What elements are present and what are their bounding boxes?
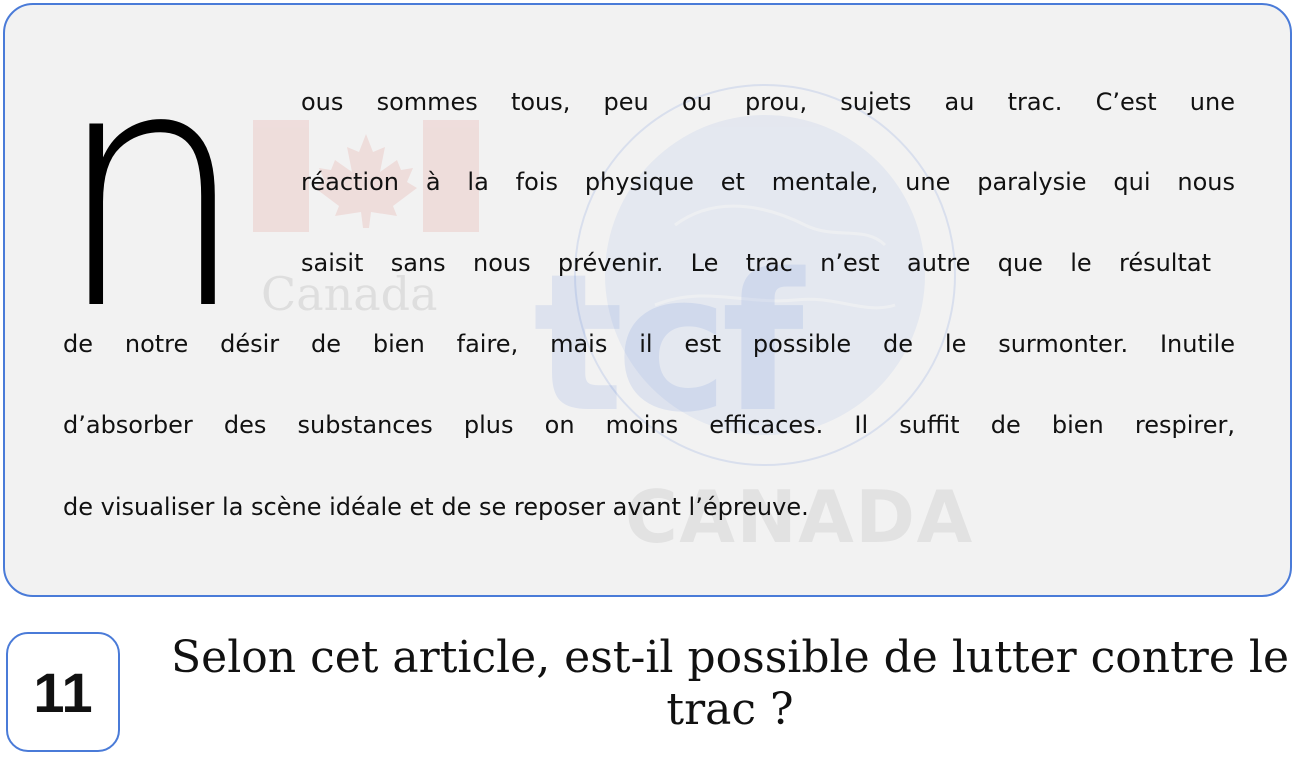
question-text: Selon cet article, est-il possible de lu…	[171, 632, 1289, 735]
passage-card: Canada tcf CANADA n ous sommes tous, peu…	[3, 3, 1292, 597]
question-number-badge: 11	[6, 632, 120, 752]
passage-line-6: de visualiser la scène idéale et de se r…	[63, 493, 809, 521]
passage-line-3: saisit sans nous prévenir. Le trac n’est…	[301, 249, 1211, 277]
passage-line-5: d’absorber des substances plus on moins …	[63, 411, 1235, 439]
drop-cap-letter: n	[55, 3, 248, 382]
passage-line-4: de notre désir de bien faire, mais il es…	[63, 330, 1235, 358]
passage-line-2: réaction à la fois physique et mentale, …	[301, 168, 1235, 196]
passage-line-1: ous sommes tous, peu ou prou, sujets au …	[301, 88, 1235, 116]
